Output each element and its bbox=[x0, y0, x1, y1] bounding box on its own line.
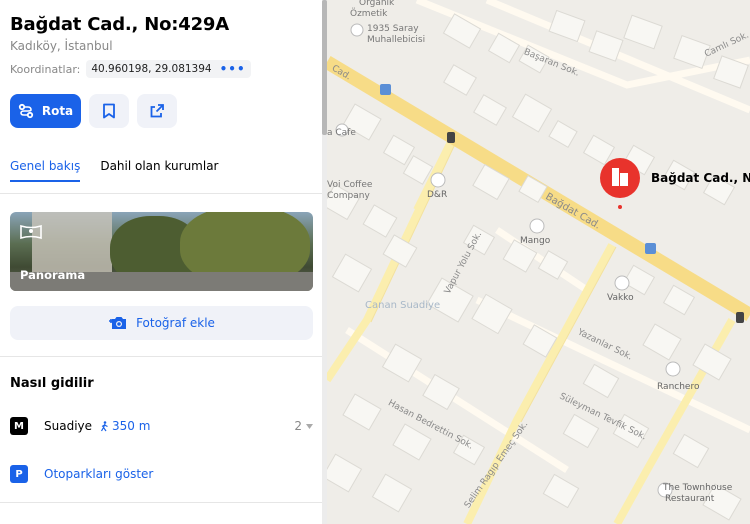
map-label-restaurant[interactable]: Restaurant bbox=[665, 494, 714, 504]
panorama-label: Panorama bbox=[20, 268, 86, 282]
coordinates-label: Koordinatlar: bbox=[10, 62, 81, 76]
panorama-card[interactable]: Panorama bbox=[10, 212, 313, 291]
share-button[interactable] bbox=[137, 94, 177, 128]
place-panel: Bağdat Cad., No:429A Kadıköy, İstanbul K… bbox=[0, 0, 323, 524]
map-label-dr[interactable]: D&R bbox=[427, 190, 447, 200]
parking-link[interactable]: Otoparkları göster bbox=[44, 467, 153, 481]
map-pin-label[interactable]: Bağdat Cad., No:4 bbox=[651, 171, 750, 185]
metro-station-row[interactable]: M Suadiye 350 m 2 bbox=[10, 417, 313, 435]
place-title: Bağdat Cad., No:429A bbox=[10, 14, 229, 35]
map-label-vakko[interactable]: Vakko bbox=[607, 293, 634, 303]
walking-icon bbox=[100, 420, 108, 431]
tab-divider bbox=[0, 193, 323, 194]
tab-included-businesses[interactable]: Dahil olan kurumlar bbox=[100, 159, 218, 182]
panorama-icon bbox=[20, 224, 42, 240]
panorama-building bbox=[32, 212, 112, 272]
map-label-company[interactable]: Company bbox=[327, 191, 370, 201]
coordinates-box[interactable]: 40.960198, 29.081394 ••• bbox=[86, 60, 251, 78]
metro-count-value: 2 bbox=[294, 419, 302, 433]
map-label-mango[interactable]: Mango bbox=[520, 236, 550, 246]
metro-distance: 350 m bbox=[100, 419, 150, 433]
place-subtitle: Kadıköy, İstanbul bbox=[10, 39, 113, 53]
map-label-organik[interactable]: Organik bbox=[359, 0, 394, 8]
map-label-cafe[interactable]: a Cafe bbox=[327, 128, 356, 138]
route-button-label: Rota bbox=[41, 104, 74, 118]
metro-count[interactable]: 2 bbox=[294, 419, 313, 433]
route-icon bbox=[18, 103, 33, 119]
chevron-down-icon bbox=[306, 423, 313, 429]
add-photo-button[interactable]: Fotoğraf ekle bbox=[10, 306, 313, 340]
parking-row[interactable]: P Otoparkları göster bbox=[10, 465, 153, 483]
map-label-canan[interactable]: Canan Suadiye bbox=[365, 300, 440, 311]
map-label-muhallebicisi[interactable]: Muhallebicisi bbox=[367, 35, 425, 45]
metro-icon: M bbox=[10, 417, 28, 435]
map-label-ozmetik[interactable]: Özmetik bbox=[350, 9, 387, 19]
more-icon[interactable]: ••• bbox=[220, 62, 246, 76]
parking-icon: P bbox=[10, 465, 28, 483]
map-canvas[interactable] bbox=[327, 0, 750, 524]
map-label-saray[interactable]: 1935 Saray bbox=[367, 24, 419, 34]
metro-station-name: Suadiye bbox=[44, 419, 93, 433]
bookmark-button[interactable] bbox=[89, 94, 129, 128]
camera-plus-icon bbox=[109, 317, 127, 329]
map-label-townhouse[interactable]: The Townhouse bbox=[663, 483, 732, 493]
coordinates-row: Koordinatlar: 40.960198, 29.081394 ••• bbox=[10, 60, 251, 78]
map-label-voi[interactable]: Voi Coffee bbox=[327, 180, 372, 190]
coordinates-value[interactable]: 40.960198, 29.081394 bbox=[91, 63, 211, 75]
metro-distance-value: 350 m bbox=[112, 419, 151, 433]
section-divider bbox=[0, 356, 323, 357]
bookmark-icon bbox=[103, 103, 115, 119]
bus-stop-icon[interactable] bbox=[645, 243, 656, 254]
section-divider bbox=[0, 502, 323, 503]
share-icon bbox=[150, 104, 164, 118]
action-buttons: Rota bbox=[10, 94, 177, 128]
map-view[interactable]: Organik Özmetik 1935 Saray Muhallebicisi… bbox=[327, 0, 750, 524]
directions-title: Nasıl gidilir bbox=[10, 376, 94, 391]
map-label-ranchero[interactable]: Ranchero bbox=[657, 382, 699, 392]
tab-overview[interactable]: Genel bakış bbox=[10, 159, 81, 182]
bus-stop-icon[interactable] bbox=[380, 84, 391, 95]
route-button[interactable]: Rota bbox=[10, 94, 81, 128]
add-photo-label: Fotoğraf ekle bbox=[136, 316, 215, 330]
tab-bar: Genel bakış Dahil olan kurumlar bbox=[10, 159, 219, 182]
location-pin[interactable] bbox=[600, 158, 640, 209]
